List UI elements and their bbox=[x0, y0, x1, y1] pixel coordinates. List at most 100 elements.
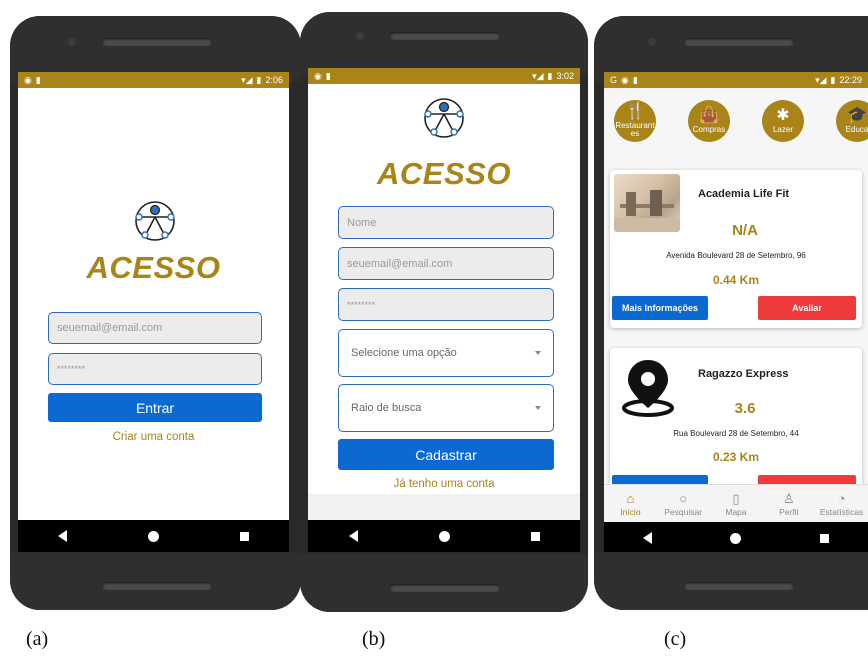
fork-knife-icon: 🍴 bbox=[625, 102, 645, 120]
home-nav-icon[interactable] bbox=[438, 530, 450, 542]
create-account-link[interactable]: Criar uma conta bbox=[18, 431, 289, 443]
place-photo bbox=[614, 174, 680, 232]
rate-button[interactable]: Avaliar bbox=[758, 296, 856, 320]
category-leisure[interactable]: ✱ Lazer bbox=[762, 100, 804, 142]
category-label: Educa bbox=[845, 124, 868, 134]
user-icon: ♙ bbox=[782, 490, 795, 506]
notification-icon: ◉ bbox=[621, 74, 629, 85]
email-field[interactable]: seuemail@email.com bbox=[338, 247, 554, 280]
pie-chart-icon: ◔ bbox=[837, 490, 846, 506]
wifi-signal-icon: ▾◢ bbox=[532, 70, 544, 81]
app-brand-title: ACESSO bbox=[86, 250, 221, 285]
tab-label: Início bbox=[620, 506, 641, 517]
place-rating: N/A bbox=[732, 222, 758, 239]
search-radius-label: Raio de busca bbox=[351, 402, 422, 414]
more-info-button[interactable]: Mais Informações bbox=[612, 296, 708, 320]
search-icon: ○ bbox=[679, 490, 688, 506]
tab-label: Mapa bbox=[725, 506, 747, 517]
register-button[interactable]: Cadastrar bbox=[338, 439, 554, 470]
google-icon: G bbox=[610, 74, 618, 85]
tab-statistics[interactable]: ◔ Estatísticas bbox=[815, 485, 868, 523]
bottom-tab-bar: ⌂ Início ○ Pesquisar ▯ Mapa ♙ Perfil ◔ E… bbox=[604, 484, 868, 523]
back-icon[interactable] bbox=[348, 530, 358, 542]
front-camera bbox=[68, 38, 76, 46]
place-address: Rua Boulevard 28 de Setembro, 44 bbox=[673, 429, 799, 438]
category-label: Lazer bbox=[772, 124, 793, 134]
password-field[interactable]: ******** bbox=[48, 353, 262, 385]
battery-icon: ▮ bbox=[547, 70, 553, 81]
phone-a: ◉ ▮ ▾◢ ▮ 2:06 ACESSO seuemail@email.com … bbox=[10, 16, 301, 610]
sd-card-icon: ▮ bbox=[325, 70, 331, 81]
category-label: Compras bbox=[692, 124, 726, 134]
earpiece-speaker bbox=[102, 38, 212, 46]
email-field[interactable]: seuemail@email.com bbox=[48, 312, 262, 344]
place-card[interactable]: Academia Life Fit N/A Avenida Boulevard … bbox=[610, 170, 862, 328]
caption-b: (b) bbox=[362, 628, 386, 650]
phone-c: G ◉ ▮ ▾◢ ▮ 22:29 🍴 Restaurantes 👜 Compra… bbox=[594, 16, 868, 610]
android-nav-bar bbox=[18, 520, 289, 552]
sd-card-icon: ▮ bbox=[35, 74, 41, 85]
option-select[interactable]: Selecione uma opção bbox=[338, 329, 554, 377]
dropdown-caret-icon bbox=[535, 351, 541, 355]
category-restaurants[interactable]: 🍴 Restaurantes bbox=[614, 100, 656, 142]
recent-apps-icon[interactable] bbox=[819, 533, 829, 543]
place-name: Ragazzo Express bbox=[698, 368, 789, 380]
category-education[interactable]: 🎓 Educa bbox=[836, 100, 868, 142]
search-radius-select[interactable]: Raio de busca bbox=[338, 384, 554, 432]
bottom-speaker bbox=[102, 582, 212, 590]
app-brand-title: ACESSO bbox=[377, 156, 511, 191]
back-icon[interactable] bbox=[58, 530, 68, 542]
status-time: 2:06 bbox=[265, 75, 283, 85]
tab-home[interactable]: ⌂ Início bbox=[604, 485, 657, 523]
android-nav-bar bbox=[604, 522, 868, 552]
bottom-speaker bbox=[390, 584, 500, 592]
screen-home: G ◉ ▮ ▾◢ ▮ 22:29 🍴 Restaurantes 👜 Compra… bbox=[604, 72, 868, 552]
caption-a: (a) bbox=[26, 628, 49, 650]
sd-card-icon: ▮ bbox=[632, 74, 638, 85]
phone-bottom-bezel bbox=[594, 552, 868, 610]
tab-label: Perfil bbox=[779, 506, 799, 517]
recent-apps-icon[interactable] bbox=[530, 531, 540, 541]
wifi-signal-icon: ▾◢ bbox=[241, 74, 253, 85]
battery-icon: ▮ bbox=[830, 74, 836, 85]
back-icon[interactable] bbox=[643, 532, 653, 544]
phone-top-bezel bbox=[300, 12, 588, 74]
category-shopping[interactable]: 👜 Compras bbox=[688, 100, 730, 142]
phone-bottom-bezel bbox=[300, 554, 588, 612]
front-camera bbox=[648, 38, 656, 46]
home-icon: ⌂ bbox=[626, 490, 635, 506]
status-bar: ◉ ▮ ▾◢ ▮ 2:06 bbox=[18, 72, 289, 88]
location-pin-icon bbox=[622, 360, 674, 417]
place-address: Avenida Boulevard 28 de Setembro, 96 bbox=[666, 251, 806, 260]
graduation-cap-icon: 🎓 bbox=[847, 106, 867, 124]
place-rating: 3.6 bbox=[734, 400, 756, 417]
screen-login: ◉ ▮ ▾◢ ▮ 2:06 ACESSO seuemail@email.com … bbox=[18, 72, 289, 552]
caption-c: (c) bbox=[664, 628, 687, 650]
battery-icon: ▮ bbox=[256, 74, 262, 85]
screen-register: ◉ ▮ ▾◢ ▮ 3:02 ACESSO Nome seuemail@email… bbox=[308, 68, 580, 552]
bottom-speaker bbox=[684, 582, 794, 590]
tab-map[interactable]: ▯ Mapa bbox=[710, 485, 763, 523]
recent-apps-icon[interactable] bbox=[239, 531, 249, 541]
password-field[interactable]: ******** bbox=[338, 288, 554, 321]
login-button[interactable]: Entrar bbox=[48, 393, 262, 422]
dropdown-caret-icon bbox=[535, 406, 541, 410]
option-select-label: Selecione uma opção bbox=[351, 347, 457, 359]
front-camera bbox=[356, 32, 364, 40]
name-field[interactable]: Nome bbox=[338, 206, 554, 239]
home-nav-icon[interactable] bbox=[730, 532, 742, 544]
place-distance: 0.23 Km bbox=[712, 450, 760, 464]
tab-search[interactable]: ○ Pesquisar bbox=[657, 485, 710, 523]
home-nav-icon[interactable] bbox=[147, 530, 159, 542]
tab-label: Estatísticas bbox=[819, 506, 864, 517]
tab-profile[interactable]: ♙ Perfil bbox=[762, 485, 815, 523]
accessibility-logo-icon bbox=[424, 98, 464, 138]
place-distance: 0.44 Km bbox=[712, 273, 760, 287]
status-bar: ◉ ▮ ▾◢ ▮ 3:02 bbox=[308, 68, 580, 84]
have-account-link[interactable]: Já tenho uma conta bbox=[308, 478, 580, 490]
accessibility-logo-icon bbox=[135, 201, 175, 241]
footer-strip bbox=[308, 494, 580, 520]
status-time: 3:02 bbox=[556, 71, 574, 81]
category-label: Restaurantes bbox=[615, 120, 655, 138]
earpiece-speaker bbox=[390, 32, 500, 40]
